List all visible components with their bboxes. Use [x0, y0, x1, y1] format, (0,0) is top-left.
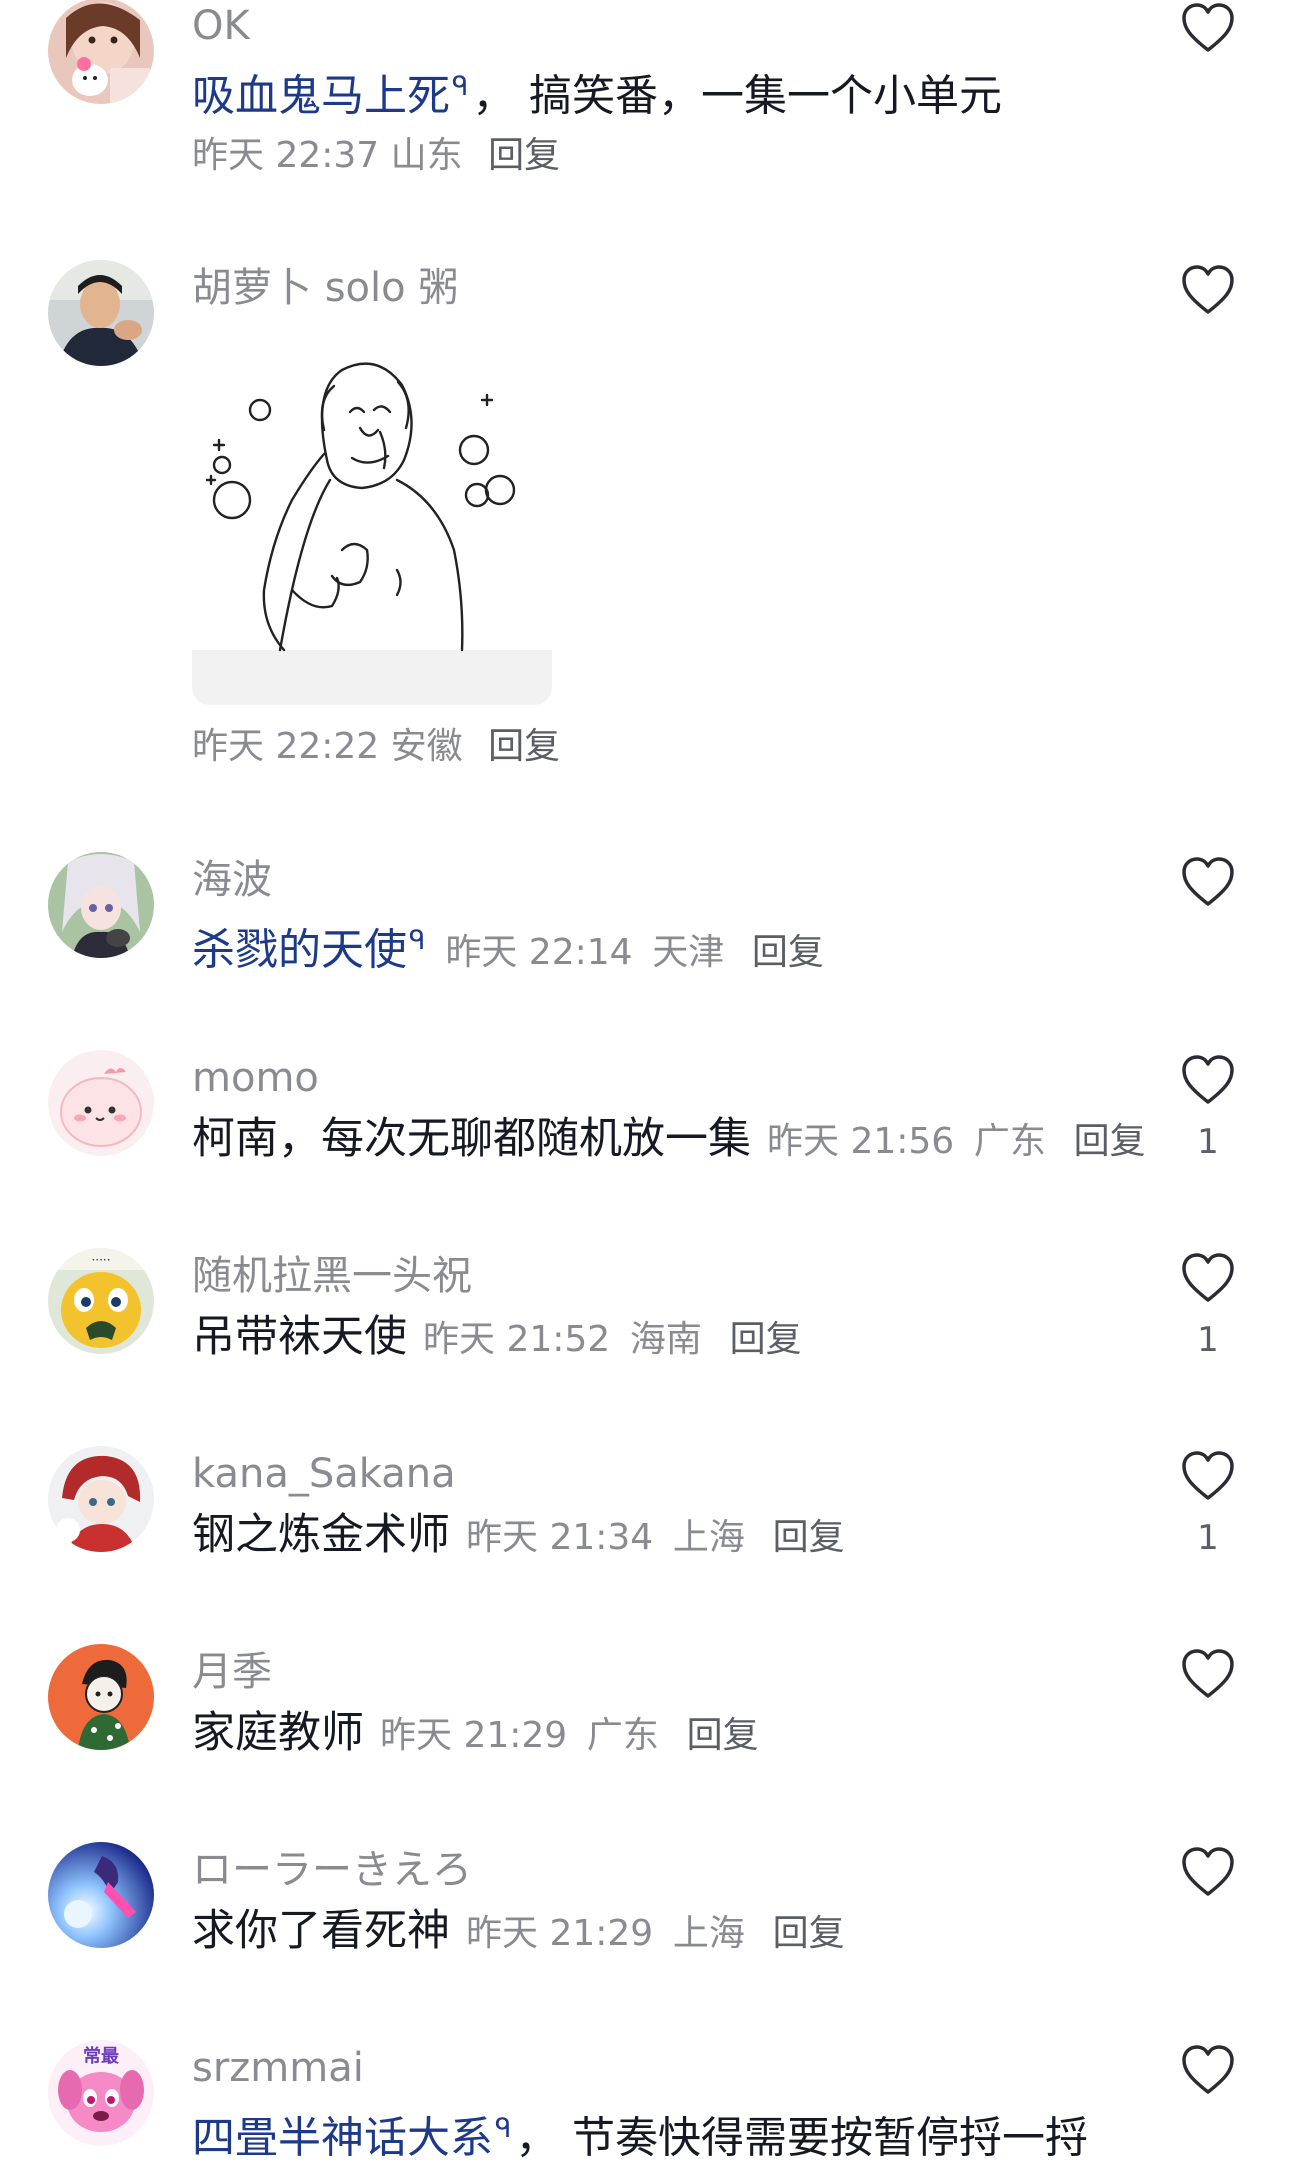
comment-text: 吸血鬼马上死ᑫ， 搞笑番，一集一个小单元	[192, 60, 1002, 123]
comment-location: 上海	[672, 1517, 745, 1558]
comment-text: 杀戮的天使ᑫ 昨天 22:14 天津 回复	[192, 914, 824, 980]
comment-location: 广东	[586, 1715, 659, 1756]
username[interactable]: 海波	[192, 856, 272, 904]
user-avatar[interactable]	[48, 0, 154, 104]
comment-time: 昨天 21:29	[380, 1715, 568, 1756]
comment-text-body: 家庭教师	[192, 1708, 364, 1758]
hello-kitty-selfie-avatar-icon	[48, 0, 154, 104]
comment-location: 天津	[652, 932, 725, 974]
comment-location: 海南	[629, 1319, 702, 1360]
reply-button[interactable]: 回复	[773, 1913, 845, 1954]
user-avatar[interactable]	[48, 1050, 154, 1156]
reply-button[interactable]: 回复	[1074, 1121, 1146, 1162]
heart-icon	[1182, 265, 1234, 314]
comment-time: 昨天 21:29	[466, 1913, 654, 1954]
like-button[interactable]	[1180, 1648, 1236, 1700]
comment-text: 柯南，每次无聊都随机放一集 昨天 21:56 广东 回复	[192, 1112, 1146, 1169]
comment-location: 山东	[390, 135, 463, 176]
red-hair-chibi-avatar-icon	[48, 1446, 154, 1552]
search-icon: ᑫ	[495, 2114, 512, 2144]
comment-text: 四畳半神话大系ᑫ， 节奏快得需要按暂停捋一捋	[192, 2102, 1088, 2165]
comment-time: 昨天 21:52	[423, 1319, 611, 1360]
svg-text:常最: 常最	[83, 2045, 120, 2067]
like-button[interactable]	[1180, 856, 1236, 908]
like-button[interactable]	[1180, 264, 1236, 316]
comment-text-body: ， 节奏快得需要按暂停捋一捋	[515, 2113, 1089, 2164]
svg-text:·····: ·····	[91, 1253, 110, 1267]
user-avatar[interactable]	[48, 260, 154, 366]
heart-icon	[1182, 1847, 1234, 1896]
reply-button[interactable]: 回复	[488, 726, 560, 767]
search-link[interactable]: 杀戮的天使	[192, 925, 407, 975]
user-avatar[interactable]	[48, 852, 154, 958]
comment-time: 昨天 21:56	[767, 1121, 955, 1162]
username[interactable]: ローラーきえろ	[192, 1846, 472, 1894]
comment-meta: 昨天 22:37 山东 回复	[192, 133, 560, 179]
reply-button[interactable]: 回复	[730, 1319, 802, 1360]
reply-button[interactable]: 回复	[687, 1715, 759, 1756]
man-photo-avatar-icon	[48, 260, 154, 366]
comment-text: 家庭教师 昨天 21:29 广东 回复	[192, 1706, 759, 1763]
username[interactable]: momo	[192, 1054, 319, 1102]
comment-text-body: 吊带袜天使	[192, 1312, 407, 1362]
comment-text-body: 钢之炼金术师	[192, 1510, 450, 1560]
user-avatar[interactable]	[48, 1842, 154, 1948]
comment-location: 广东	[973, 1121, 1046, 1162]
pink-dog-avatar-icon: 常最	[48, 2040, 154, 2146]
like-button[interactable]	[1180, 1054, 1236, 1106]
user-avatar[interactable]: 常最	[48, 2040, 154, 2146]
comment-time: 昨天 22:22	[192, 726, 380, 767]
pink-blob-avatar-icon	[48, 1050, 154, 1156]
comment-text: 钢之炼金术师 昨天 21:34 上海 回复	[192, 1508, 845, 1565]
heart-icon	[1182, 1253, 1234, 1302]
username[interactable]: 随机拉黑一头祝	[192, 1252, 472, 1300]
user-avatar[interactable]	[48, 1644, 154, 1750]
reply-button[interactable]: 回复	[488, 135, 560, 176]
comment-text: 吊带袜天使 昨天 21:52 海南 回复	[192, 1310, 802, 1367]
orange-cartoon-avatar-icon	[48, 1644, 154, 1750]
user-avatar[interactable]	[48, 1446, 154, 1552]
anime-girl-avatar-icon	[48, 852, 154, 958]
like-button[interactable]	[1180, 2, 1236, 54]
username[interactable]: 月季	[192, 1648, 272, 1696]
blue-anime-avatar-icon	[48, 1842, 154, 1948]
like-button[interactable]	[1180, 1252, 1236, 1304]
search-link[interactable]: 吸血鬼马上死	[192, 71, 450, 121]
reply-button[interactable]: 回复	[752, 932, 824, 973]
like-count: 1	[1197, 1518, 1219, 1558]
search-icon: ᑫ	[409, 926, 426, 956]
user-avatar[interactable]: ·····	[48, 1248, 154, 1354]
like-button[interactable]	[1180, 1846, 1236, 1898]
comment-time: 昨天 22:37	[192, 135, 380, 176]
comment-image[interactable]	[192, 350, 552, 705]
reply-button[interactable]: 回复	[773, 1517, 845, 1558]
comment-meta: 昨天 22:22 安徽 回复	[192, 724, 560, 770]
heart-icon	[1182, 857, 1234, 906]
comment-time: 昨天 21:34	[466, 1517, 654, 1558]
comment-location: 上海	[672, 1913, 745, 1954]
heart-icon	[1182, 1055, 1234, 1104]
line-sketch-sticker-icon	[192, 350, 552, 705]
heart-icon	[1182, 1649, 1234, 1698]
comment-text: 求你了看死神 昨天 21:29 上海 回复	[192, 1904, 845, 1961]
like-count: 1	[1197, 1122, 1219, 1162]
username[interactable]: OK	[192, 2, 250, 50]
like-button[interactable]	[1180, 1450, 1236, 1502]
heart-icon	[1182, 1451, 1234, 1500]
comment-text-body: ， 搞笑番，一集一个小单元	[472, 71, 1003, 122]
search-link[interactable]: 四畳半神话大系	[192, 2113, 493, 2163]
comment-text-body: 求你了看死神	[192, 1906, 450, 1956]
username[interactable]: 胡萝卜 solo 粥	[192, 264, 458, 312]
username[interactable]: srzmmai	[192, 2044, 364, 2092]
username[interactable]: kana_Sakana	[192, 1450, 456, 1498]
yellow-creature-avatar-icon: ·····	[48, 1248, 154, 1354]
heart-icon	[1182, 3, 1234, 52]
like-count: 1	[1197, 1320, 1219, 1360]
heart-icon	[1182, 2045, 1234, 2094]
like-button[interactable]	[1180, 2044, 1236, 2096]
search-icon: ᑫ	[452, 72, 469, 102]
comment-time: 昨天 22:14	[445, 932, 633, 974]
comment-text-body: 柯南，每次无聊都随机放一集	[192, 1114, 751, 1164]
comment-location: 安徽	[390, 726, 463, 767]
